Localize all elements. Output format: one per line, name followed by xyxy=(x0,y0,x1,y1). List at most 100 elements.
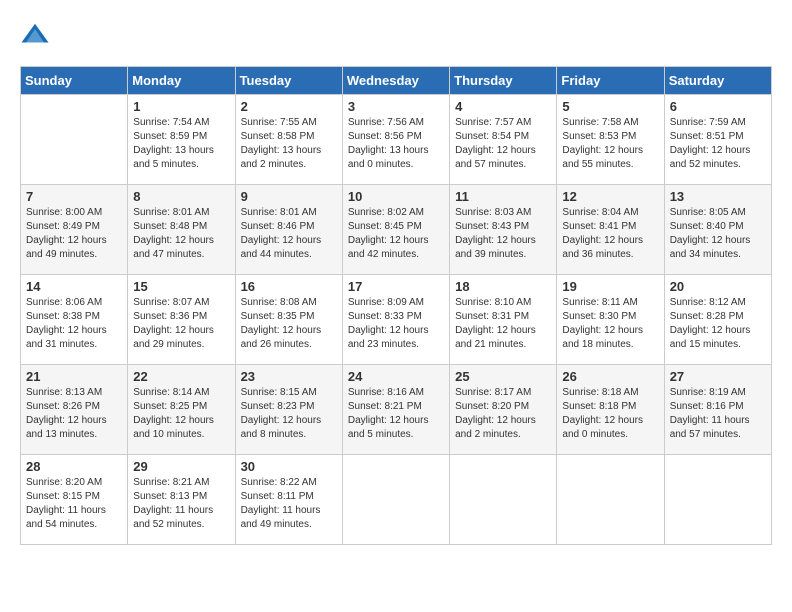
calendar-week-row: 28 Sunrise: 8:20 AM Sunset: 8:15 PM Dayli… xyxy=(21,455,772,545)
weekday-header-row: SundayMondayTuesdayWednesdayThursdayFrid… xyxy=(21,67,772,95)
day-info: Sunrise: 8:12 AM Sunset: 8:28 PM Dayligh… xyxy=(670,296,766,352)
day-info: Sunrise: 8:01 AM Sunset: 8:46 PM Dayligh… xyxy=(241,206,337,262)
calendar-cell xyxy=(664,455,771,545)
day-number: 23 xyxy=(241,369,337,384)
day-info: Sunrise: 8:03 AM Sunset: 8:43 PM Dayligh… xyxy=(455,206,551,262)
calendar-cell xyxy=(21,95,128,185)
calendar-header: SundayMondayTuesdayWednesdayThursdayFrid… xyxy=(21,67,772,95)
day-number: 6 xyxy=(670,99,766,114)
logo-icon xyxy=(20,20,50,50)
calendar-cell: 4 Sunrise: 7:57 AM Sunset: 8:54 PM Daylig… xyxy=(450,95,557,185)
day-info: Sunrise: 8:01 AM Sunset: 8:48 PM Dayligh… xyxy=(133,206,229,262)
calendar-cell: 5 Sunrise: 7:58 AM Sunset: 8:53 PM Daylig… xyxy=(557,95,664,185)
day-number: 7 xyxy=(26,189,122,204)
weekday-header-thursday: Thursday xyxy=(450,67,557,95)
day-info: Sunrise: 8:14 AM Sunset: 8:25 PM Dayligh… xyxy=(133,386,229,442)
day-number: 29 xyxy=(133,459,229,474)
day-info: Sunrise: 7:57 AM Sunset: 8:54 PM Dayligh… xyxy=(455,116,551,172)
day-info: Sunrise: 8:00 AM Sunset: 8:49 PM Dayligh… xyxy=(26,206,122,262)
day-info: Sunrise: 8:06 AM Sunset: 8:38 PM Dayligh… xyxy=(26,296,122,352)
weekday-header-wednesday: Wednesday xyxy=(342,67,449,95)
day-number: 3 xyxy=(348,99,444,114)
day-number: 8 xyxy=(133,189,229,204)
calendar-body: 1Sunrise: 7:54 AM Sunset: 8:59 PM Daylig… xyxy=(21,95,772,545)
day-info: Sunrise: 8:22 AM Sunset: 8:11 PM Dayligh… xyxy=(241,476,337,532)
day-info: Sunrise: 8:04 AM Sunset: 8:41 PM Dayligh… xyxy=(562,206,658,262)
calendar-cell: 27 Sunrise: 8:19 AM Sunset: 8:16 PM Dayli… xyxy=(664,365,771,455)
day-info: Sunrise: 8:07 AM Sunset: 8:36 PM Dayligh… xyxy=(133,296,229,352)
calendar-cell: 28 Sunrise: 8:20 AM Sunset: 8:15 PM Dayli… xyxy=(21,455,128,545)
calendar-cell: 3 Sunrise: 7:56 AM Sunset: 8:56 PM Daylig… xyxy=(342,95,449,185)
day-info: Sunrise: 8:11 AM Sunset: 8:30 PM Dayligh… xyxy=(562,296,658,352)
day-number: 12 xyxy=(562,189,658,204)
calendar-week-row: 14Sunrise: 8:06 AM Sunset: 8:38 PM Dayli… xyxy=(21,275,772,365)
day-number: 4 xyxy=(455,99,551,114)
day-number: 17 xyxy=(348,279,444,294)
day-info: Sunrise: 7:58 AM Sunset: 8:53 PM Dayligh… xyxy=(562,116,658,172)
calendar-cell: 17 Sunrise: 8:09 AM Sunset: 8:33 PM Dayli… xyxy=(342,275,449,365)
day-number: 24 xyxy=(348,369,444,384)
calendar-cell: 10Sunrise: 8:02 AM Sunset: 8:45 PM Dayli… xyxy=(342,185,449,275)
calendar-cell: 6 Sunrise: 7:59 AM Sunset: 8:51 PM Daylig… xyxy=(664,95,771,185)
day-number: 18 xyxy=(455,279,551,294)
day-info: Sunrise: 8:05 AM Sunset: 8:40 PM Dayligh… xyxy=(670,206,766,262)
calendar-cell: 2Sunrise: 7:55 AM Sunset: 8:58 PM Daylig… xyxy=(235,95,342,185)
day-info: Sunrise: 8:15 AM Sunset: 8:23 PM Dayligh… xyxy=(241,386,337,442)
day-info: Sunrise: 8:13 AM Sunset: 8:26 PM Dayligh… xyxy=(26,386,122,442)
calendar-cell: 24 Sunrise: 8:16 AM Sunset: 8:21 PM Dayli… xyxy=(342,365,449,455)
calendar-week-row: 1Sunrise: 7:54 AM Sunset: 8:59 PM Daylig… xyxy=(21,95,772,185)
day-number: 26 xyxy=(562,369,658,384)
day-number: 27 xyxy=(670,369,766,384)
calendar-cell: 21 Sunrise: 8:13 AM Sunset: 8:26 PM Dayli… xyxy=(21,365,128,455)
day-info: Sunrise: 8:16 AM Sunset: 8:21 PM Dayligh… xyxy=(348,386,444,442)
day-number: 20 xyxy=(670,279,766,294)
calendar-cell xyxy=(450,455,557,545)
calendar-week-row: 21 Sunrise: 8:13 AM Sunset: 8:26 PM Dayli… xyxy=(21,365,772,455)
calendar-cell: 14Sunrise: 8:06 AM Sunset: 8:38 PM Dayli… xyxy=(21,275,128,365)
calendar-cell: 12 Sunrise: 8:04 AM Sunset: 8:41 PM Dayli… xyxy=(557,185,664,275)
day-number: 2 xyxy=(241,99,337,114)
calendar-cell: 1Sunrise: 7:54 AM Sunset: 8:59 PM Daylig… xyxy=(128,95,235,185)
day-info: Sunrise: 7:59 AM Sunset: 8:51 PM Dayligh… xyxy=(670,116,766,172)
day-number: 13 xyxy=(670,189,766,204)
calendar-cell xyxy=(342,455,449,545)
weekday-header-friday: Friday xyxy=(557,67,664,95)
day-number: 25 xyxy=(455,369,551,384)
day-number: 30 xyxy=(241,459,337,474)
calendar-week-row: 7 Sunrise: 8:00 AM Sunset: 8:49 PM Daylig… xyxy=(21,185,772,275)
day-info: Sunrise: 8:18 AM Sunset: 8:18 PM Dayligh… xyxy=(562,386,658,442)
day-number: 5 xyxy=(562,99,658,114)
calendar-cell: 16 Sunrise: 8:08 AM Sunset: 8:35 PM Dayli… xyxy=(235,275,342,365)
day-info: Sunrise: 8:19 AM Sunset: 8:16 PM Dayligh… xyxy=(670,386,766,442)
weekday-header-sunday: Sunday xyxy=(21,67,128,95)
day-number: 15 xyxy=(133,279,229,294)
weekday-header-saturday: Saturday xyxy=(664,67,771,95)
calendar-cell: 30 Sunrise: 8:22 AM Sunset: 8:11 PM Dayli… xyxy=(235,455,342,545)
day-info: Sunrise: 8:09 AM Sunset: 8:33 PM Dayligh… xyxy=(348,296,444,352)
day-number: 10 xyxy=(348,189,444,204)
calendar-cell: 23 Sunrise: 8:15 AM Sunset: 8:23 PM Dayli… xyxy=(235,365,342,455)
day-info: Sunrise: 8:08 AM Sunset: 8:35 PM Dayligh… xyxy=(241,296,337,352)
day-info: Sunrise: 8:10 AM Sunset: 8:31 PM Dayligh… xyxy=(455,296,551,352)
calendar-cell: 15 Sunrise: 8:07 AM Sunset: 8:36 PM Dayli… xyxy=(128,275,235,365)
logo xyxy=(20,20,54,50)
calendar-cell: 29 Sunrise: 8:21 AM Sunset: 8:13 PM Dayli… xyxy=(128,455,235,545)
day-number: 21 xyxy=(26,369,122,384)
calendar-table: SundayMondayTuesdayWednesdayThursdayFrid… xyxy=(20,66,772,545)
day-number: 11 xyxy=(455,189,551,204)
calendar-cell: 13 Sunrise: 8:05 AM Sunset: 8:40 PM Dayli… xyxy=(664,185,771,275)
calendar-cell xyxy=(557,455,664,545)
calendar-cell: 25 Sunrise: 8:17 AM Sunset: 8:20 PM Dayli… xyxy=(450,365,557,455)
calendar-cell: 22Sunrise: 8:14 AM Sunset: 8:25 PM Dayli… xyxy=(128,365,235,455)
day-info: Sunrise: 8:21 AM Sunset: 8:13 PM Dayligh… xyxy=(133,476,229,532)
weekday-header-monday: Monday xyxy=(128,67,235,95)
day-info: Sunrise: 8:17 AM Sunset: 8:20 PM Dayligh… xyxy=(455,386,551,442)
day-info: Sunrise: 8:20 AM Sunset: 8:15 PM Dayligh… xyxy=(26,476,122,532)
calendar-cell: 7 Sunrise: 8:00 AM Sunset: 8:49 PM Daylig… xyxy=(21,185,128,275)
day-number: 16 xyxy=(241,279,337,294)
day-info: Sunrise: 7:54 AM Sunset: 8:59 PM Dayligh… xyxy=(133,116,229,172)
calendar-cell: 26 Sunrise: 8:18 AM Sunset: 8:18 PM Dayli… xyxy=(557,365,664,455)
day-number: 19 xyxy=(562,279,658,294)
day-number: 28 xyxy=(26,459,122,474)
day-info: Sunrise: 7:56 AM Sunset: 8:56 PM Dayligh… xyxy=(348,116,444,172)
